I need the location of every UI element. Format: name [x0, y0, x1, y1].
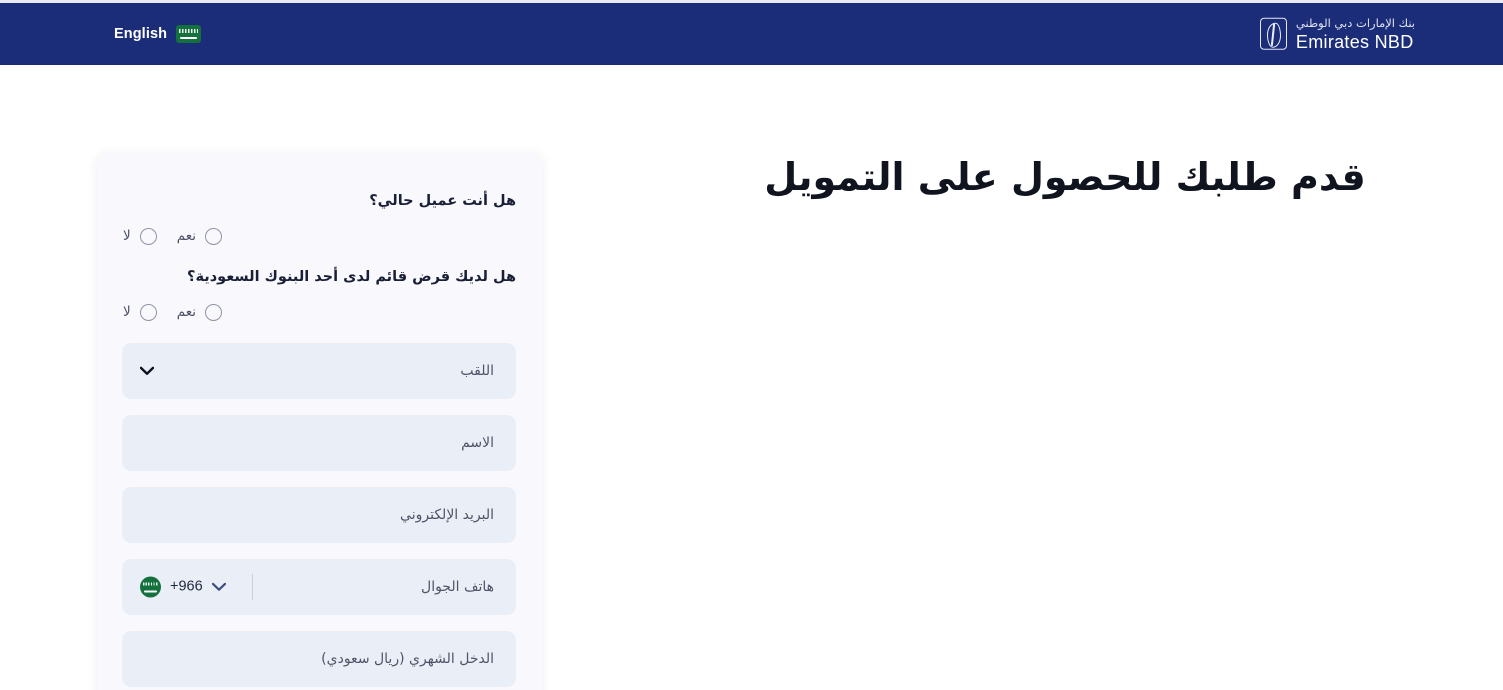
- radio-label: نعم: [176, 228, 196, 245]
- page-title: قدم طلبك للحصول على التمويل: [764, 155, 1366, 199]
- emirates-nbd-logo-icon: [1259, 18, 1287, 50]
- question-label-existing-customer: هل أنت عميل حالي؟: [369, 193, 516, 209]
- radio-group-existing-loan: نعم لا: [123, 303, 516, 321]
- title-select[interactable]: اللقب: [122, 342, 516, 399]
- radio-group-existing-customer: نعم لا: [123, 227, 516, 245]
- radio-circle-icon[interactable]: [139, 227, 157, 245]
- radio-option-existing-loan-no[interactable]: لا: [123, 303, 157, 321]
- dial-code-label: +966: [170, 578, 203, 595]
- mobile-phone-input-label: هاتف الجوال: [421, 578, 494, 595]
- title-select-label: اللقب: [460, 362, 494, 379]
- radio-circle-icon[interactable]: [139, 303, 157, 321]
- language-switch-button[interactable]: English: [114, 25, 202, 43]
- email-input[interactable]: البريد الإلكتروني: [122, 486, 516, 543]
- radio-option-existing-customer-yes[interactable]: نعم: [176, 227, 222, 245]
- radio-option-existing-loan-yes[interactable]: نعم: [176, 303, 222, 321]
- radio-option-existing-customer-no[interactable]: لا: [123, 227, 157, 245]
- saudi-arabia-flag-icon: [176, 25, 202, 43]
- page-body: قدم طلبك للحصول على التمويل هل أنت عميل …: [0, 65, 1503, 690]
- name-input[interactable]: الاسم: [122, 414, 516, 471]
- name-input-label: الاسم: [461, 434, 494, 451]
- brand-name-english: Emirates NBD: [1295, 31, 1414, 52]
- radio-circle-icon[interactable]: [204, 303, 222, 321]
- monthly-income-input[interactable]: الدخل الشهري (ريال سعودي): [122, 630, 516, 687]
- site-header: English بنك الإمارات دبي الوطني Emirates…: [0, 3, 1503, 65]
- email-input-label: البريد الإلكتروني: [400, 506, 494, 523]
- monthly-income-input-label: الدخل الشهري (ريال سعودي): [321, 650, 494, 667]
- saudi-arabia-flag-icon: [140, 576, 161, 597]
- radio-label: لا: [123, 228, 131, 245]
- brand-logo[interactable]: بنك الإمارات دبي الوطني Emirates NBD: [1259, 15, 1415, 52]
- phone-divider: [252, 573, 253, 600]
- language-switch-label: English: [114, 26, 168, 42]
- radio-label: لا: [123, 304, 131, 320]
- chevron-down-icon[interactable]: [140, 366, 154, 375]
- application-form-card: هل أنت عميل حالي؟ نعم لا هل لديك قرض قائ…: [97, 153, 542, 690]
- brand-name-arabic: بنك الإمارات دبي الوطني: [1295, 15, 1415, 30]
- radio-label: نعم: [176, 304, 196, 320]
- country-code-selector[interactable]: +966: [140, 576, 226, 597]
- chevron-down-icon[interactable]: [211, 582, 226, 591]
- mobile-phone-input[interactable]: هاتف الجوال +966: [122, 558, 516, 615]
- radio-circle-icon[interactable]: [204, 227, 222, 245]
- question-label-existing-loan: هل لديك قرض قائم لدى أحد البنوك السعودية…: [187, 268, 516, 285]
